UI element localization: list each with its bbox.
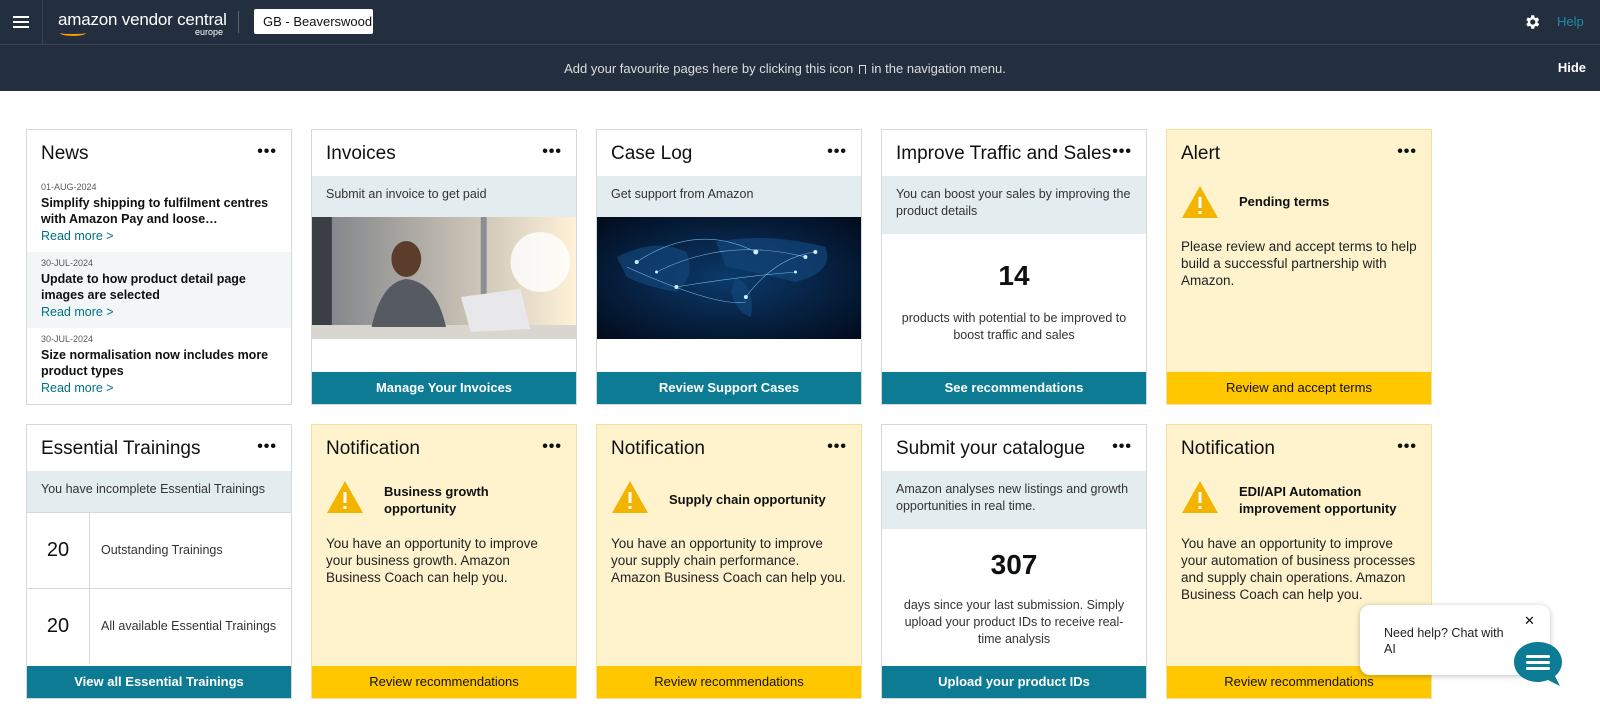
card-title: Alert: [1181, 143, 1221, 164]
warning-icon: [1182, 186, 1218, 218]
news-card: News ••• 01-AUG-2024 Simplify shipping t…: [26, 129, 292, 405]
world-network-image: [597, 217, 861, 339]
card-subtitle: You can boost your sales by improving th…: [882, 176, 1146, 234]
top-bar: amazon vendor central europe GB - Beaver…: [0, 0, 1600, 45]
submit-catalogue-card: Submit your catalogue ••• Amazon analyse…: [881, 424, 1147, 699]
training-row[interactable]: 20 Outstanding Trainings: [27, 512, 291, 588]
manage-invoices-button[interactable]: Manage Your Invoices: [312, 372, 576, 404]
card-subtitle: You have incomplete Essential Trainings: [27, 471, 291, 512]
menu-icon[interactable]: [0, 0, 43, 44]
read-more-link[interactable]: Read more >: [41, 381, 277, 395]
training-label: All available Essential Trainings: [101, 619, 277, 633]
count-caption: products with potential to be improved t…: [901, 311, 1127, 342]
news-date: 30-JUL-2024: [41, 334, 94, 344]
notification-body: You have an opportunity to improve your …: [326, 536, 538, 585]
chat-message: Need help? Chat with AI: [1384, 626, 1504, 656]
logo[interactable]: amazon vendor central europe: [58, 10, 227, 38]
card-title: Notification: [1181, 438, 1275, 459]
more-options-icon[interactable]: •••: [1397, 143, 1417, 161]
more-options-icon[interactable]: •••: [827, 143, 847, 161]
upload-product-ids-button[interactable]: Upload your product IDs: [882, 666, 1146, 698]
improvable-products-count: 14: [998, 260, 1030, 291]
read-more-link[interactable]: Read more >: [41, 305, 277, 319]
logo-smile: [60, 30, 86, 36]
review-support-cases-button[interactable]: Review Support Cases: [597, 372, 861, 404]
news-title[interactable]: Update to how product detail page images…: [41, 271, 277, 303]
notification-heading: Business growth opportunity: [384, 484, 489, 516]
view-trainings-button[interactable]: View all Essential Trainings: [27, 666, 291, 698]
alert-heading: Pending terms: [1239, 194, 1330, 209]
training-count: 20: [27, 513, 90, 588]
more-options-icon[interactable]: •••: [542, 438, 562, 456]
alert-card: Alert ••• Pending terms Please review an…: [1166, 129, 1432, 405]
case-log-card: Case Log ••• Get support from Amazon Rev…: [596, 129, 862, 405]
favourites-text-start: Add your favourite pages here by clickin…: [564, 61, 854, 76]
invoices-card: Invoices ••• Submit an invoice to get pa…: [311, 129, 577, 405]
favourites-message: Add your favourite pages here by clickin…: [0, 61, 1570, 76]
news-item: 01-AUG-2024 Simplify shipping to fulfilm…: [27, 182, 291, 258]
hide-button[interactable]: Hide: [1558, 60, 1586, 75]
card-subtitle: Get support from Amazon: [597, 176, 861, 217]
training-row[interactable]: 20 All available Essential Trainings: [27, 588, 291, 664]
more-options-icon[interactable]: •••: [1397, 438, 1417, 456]
news-date: 30-JUL-2024: [41, 258, 94, 268]
card-subtitle: Submit an invoice to get paid: [312, 176, 576, 217]
alert-body: Please review and accept terms to help b…: [1181, 239, 1417, 288]
news-item: 30-JUL-2024 Update to how product detail…: [27, 252, 291, 328]
more-options-icon[interactable]: •••: [827, 438, 847, 456]
invoice-photo: [312, 217, 576, 339]
card-title: Invoices: [326, 143, 396, 164]
essential-trainings-card: Essential Trainings ••• You have incompl…: [26, 424, 292, 699]
news-item: 30-JUL-2024 Size normalisation now inclu…: [27, 334, 291, 404]
chat-icon[interactable]: [1512, 640, 1564, 688]
favourites-bar: Add your favourite pages here by clickin…: [0, 45, 1600, 91]
favourites-text-end: in the navigation menu.: [871, 61, 1006, 76]
review-recommendations-button[interactable]: Review recommendations: [312, 666, 576, 698]
card-title: Improve Traffic and Sales: [896, 143, 1112, 164]
notification-body: You have an opportunity to improve your …: [1181, 536, 1416, 602]
warning-icon: [1182, 481, 1218, 513]
more-options-icon[interactable]: •••: [1112, 143, 1132, 161]
card-title: Notification: [326, 438, 420, 459]
notification-heading: Supply chain opportunity: [669, 492, 826, 507]
training-count: 20: [27, 589, 90, 664]
more-options-icon[interactable]: •••: [542, 143, 562, 161]
card-title: Case Log: [611, 143, 693, 164]
more-options-icon[interactable]: •••: [257, 438, 277, 456]
training-label: Outstanding Trainings: [101, 543, 223, 557]
help-link[interactable]: Help: [1557, 14, 1584, 29]
account-switcher[interactable]: GB - Beaverswood: [254, 9, 373, 34]
bookmark-icon: [858, 65, 866, 74]
card-subtitle: Amazon analyses new listings and growth …: [882, 471, 1146, 529]
review-accept-terms-button[interactable]: Review and accept terms: [1167, 372, 1431, 404]
news-date: 01-AUG-2024: [41, 182, 97, 192]
improve-traffic-card: Improve Traffic and Sales ••• You can bo…: [881, 129, 1147, 405]
days-since-count: 307: [990, 549, 1038, 580]
warning-icon: [612, 481, 648, 513]
close-icon[interactable]: ✕: [1524, 613, 1535, 629]
notification-body: You have an opportunity to improve your …: [611, 536, 846, 585]
read-more-link[interactable]: Read more >: [41, 229, 277, 243]
see-recommendations-button[interactable]: See recommendations: [882, 372, 1146, 404]
divider: [238, 11, 239, 33]
review-recommendations-button[interactable]: Review recommendations: [597, 666, 861, 698]
notification-card: Notification ••• Supply chain opportunit…: [596, 424, 862, 699]
more-options-icon[interactable]: •••: [257, 143, 277, 161]
logo-region: europe: [194, 27, 223, 37]
more-options-icon[interactable]: •••: [1112, 438, 1132, 456]
card-title: Notification: [611, 438, 705, 459]
card-title: News: [41, 143, 89, 164]
news-title[interactable]: Simplify shipping to fulfilment centres …: [41, 195, 277, 227]
warning-icon: [327, 481, 363, 513]
news-title[interactable]: Size normalisation now includes more pro…: [41, 347, 277, 379]
card-title: Submit your catalogue: [896, 438, 1086, 459]
count-caption: days since your last submission. Simply …: [903, 598, 1125, 646]
notification-card: Notification ••• Business growth opportu…: [311, 424, 577, 699]
settings-gear-icon[interactable]: [1523, 13, 1541, 31]
notification-heading: EDI/API Automation improvement opportuni…: [1239, 484, 1397, 516]
card-title: Essential Trainings: [41, 438, 201, 459]
